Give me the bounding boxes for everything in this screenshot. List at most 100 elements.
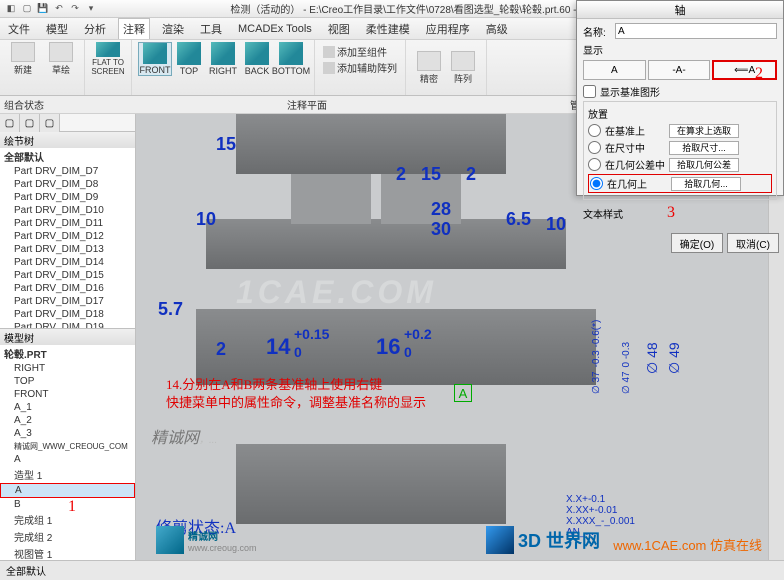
tree-item-feature[interactable]: 精诚网_WWW_CREOUG_COM [0,440,135,453]
cancel-button[interactable]: 取消(C) [727,233,779,253]
tree-item[interactable]: Part DRV_DIM_D15 [0,269,135,282]
tab-mcadex[interactable]: MCADEx Tools [234,21,316,37]
dim-16[interactable]: 16 [376,334,400,360]
text-style-section[interactable]: 文本样式 [583,206,623,221]
tree-item[interactable]: Part DRV_DIM_D16 [0,282,135,295]
dim-30[interactable]: 30 [431,219,451,240]
radio-on-geom[interactable] [590,177,603,190]
tree-item[interactable]: Part DRV_DIM_D13 [0,243,135,256]
radio-on-datum[interactable] [588,124,601,137]
dim-28[interactable]: 28 [431,199,451,220]
display-style-a[interactable]: A [583,60,646,80]
qa-icon[interactable]: ▢ [20,2,34,16]
qa-undo-icon[interactable]: ↶ [52,2,66,16]
tree-item[interactable]: Part DRV_DIM_D17 [0,295,135,308]
tree-item[interactable]: 视图管 1 [0,545,135,560]
qa-icon[interactable]: ▾ [84,2,98,16]
dim-10[interactable]: 10 [196,209,216,230]
tree-item-axis[interactable]: A_3 [0,427,135,440]
datum-label-a[interactable]: A [454,384,472,402]
tree-item[interactable]: Part DRV_DIM_D7 [0,165,135,178]
dim-d48[interactable]: ∅ 48 [644,342,661,374]
tree-item-datum[interactable]: RIGHT [0,362,135,375]
sidebar-tab[interactable]: ▢ [0,114,20,132]
dim-10b[interactable]: 10 [546,214,566,235]
tab-annotate[interactable]: 注释 [118,18,150,39]
dim-d47[interactable]: ∅ 47 0 -0.3 [616,342,632,394]
ribbon-group-flat: FLAT TO SCREEN [85,40,132,95]
dim-5-7[interactable]: 5.7 [158,299,183,320]
tree-item-datum[interactable]: TOP [0,375,135,388]
view-back-button[interactable]: BACK [240,42,274,76]
status-bar: 全部默认 [0,560,784,580]
precision-button[interactable]: 精密 [412,51,446,85]
tree-item[interactable]: Part DRV_DIM_D10 [0,204,135,217]
tree-item-datum[interactable]: FRONT [0,388,135,401]
qa-redo-icon[interactable]: ↷ [68,2,82,16]
display-style-arrow-a[interactable]: ⟸A [712,60,777,80]
tab-apps[interactable]: 应用程序 [422,19,474,39]
tab-model[interactable]: 模型 [42,19,72,39]
dim-d49[interactable]: ∅ 49 [666,342,683,374]
tab-file[interactable]: 文件 [4,19,34,39]
name-input[interactable] [615,23,777,39]
flat-to-screen-button[interactable]: FLAT TO SCREEN [91,42,125,76]
tab-view[interactable]: 视图 [324,19,354,39]
dim-2b[interactable]: 2 [466,164,476,185]
ribbon-cmd[interactable]: 添加辅助阵列 [323,60,397,75]
detail-tree[interactable]: 全部默认 Part DRV_DIM_D7 Part DRV_DIM_D8 Par… [0,148,135,328]
footer-tab[interactable]: 全部默认 [6,563,46,578]
qa-save-icon[interactable]: 💾 [36,2,50,16]
tree-item[interactable]: Part DRV_DIM_D14 [0,256,135,269]
ribbon-cmd[interactable]: 添加至组件 [323,44,397,59]
view-top-button[interactable]: TOP [172,42,206,76]
tree-item[interactable]: 完成组 2 [0,528,135,545]
sketch-button[interactable]: 草绘 [44,42,78,76]
view-bottom-button[interactable]: BOTTOM [274,42,308,76]
tree-item-axis-a[interactable]: A [0,483,135,498]
dim-15b[interactable]: 15 [421,164,441,185]
pick-on-datum-button[interactable]: 在算求上选取 [669,124,739,138]
tree-item-axis[interactable]: A [0,453,135,466]
tree-item-feature[interactable]: 造型 1 [0,466,135,483]
radio-in-gtol[interactable] [588,158,601,171]
model-tree-header[interactable]: 模型树 [0,329,135,345]
model-tree[interactable]: 轮毂.PRT RIGHT TOP FRONT A_1 A_2 A_3 精诚网_W… [0,345,135,560]
tree-item[interactable]: Part DRV_DIM_D12 [0,230,135,243]
dim-6-5[interactable]: 6.5 [506,209,531,230]
tree-root[interactable]: 全部默认 [0,148,135,165]
pick-dim-button[interactable]: 拾取尺寸... [669,141,739,155]
view-front-button[interactable]: FRONT [138,42,172,76]
dim-d37[interactable]: ∅ 37 -0.3 -0.6(*) [586,320,602,394]
dim-2c[interactable]: 2 [216,339,226,360]
new-button[interactable]: 新建 [6,42,40,76]
tree-item-axis[interactable]: A_1 [0,401,135,414]
tab-analysis[interactable]: 分析 [80,19,110,39]
tree-item-axis[interactable]: A_2 [0,414,135,427]
radio-in-dim[interactable] [588,141,601,154]
dim-14[interactable]: 14 [266,334,290,360]
tree-item[interactable]: Part DRV_DIM_D8 [0,178,135,191]
sidebar-tab[interactable]: ▢ [20,114,40,132]
dim-2[interactable]: 2 [396,164,406,185]
tab-advanced[interactable]: 高级 [482,19,512,39]
tree-item[interactable]: Part DRV_DIM_D19 [0,321,135,328]
sidebar-tab[interactable]: ▢ [40,114,60,132]
tree-item[interactable]: Part DRV_DIM_D9 [0,191,135,204]
ok-button[interactable]: 确定(O) [671,233,723,253]
tab-tools[interactable]: 工具 [196,19,226,39]
show-datum-graphic-checkbox[interactable] [583,85,596,98]
view-right-button[interactable]: RIGHT [206,42,240,76]
tree-item[interactable]: Part DRV_DIM_D11 [0,217,135,230]
pick-geom-button[interactable]: 拾取几何... [671,177,741,191]
display-style-dash-a[interactable]: -A- [648,60,711,80]
tree-item[interactable]: Part DRV_DIM_D18 [0,308,135,321]
dim-15[interactable]: 15 [216,134,236,155]
qa-icon[interactable]: ◧ [4,2,18,16]
model-root[interactable]: 轮毂.PRT [0,345,135,362]
pattern-button[interactable]: 阵列 [446,51,480,85]
tab-flex[interactable]: 柔性建模 [362,19,414,39]
tree-header[interactable]: 绘节树 [0,132,135,148]
tab-render[interactable]: 渲染 [158,19,188,39]
pick-gtol-button[interactable]: 拾取几何公差 [669,158,739,172]
